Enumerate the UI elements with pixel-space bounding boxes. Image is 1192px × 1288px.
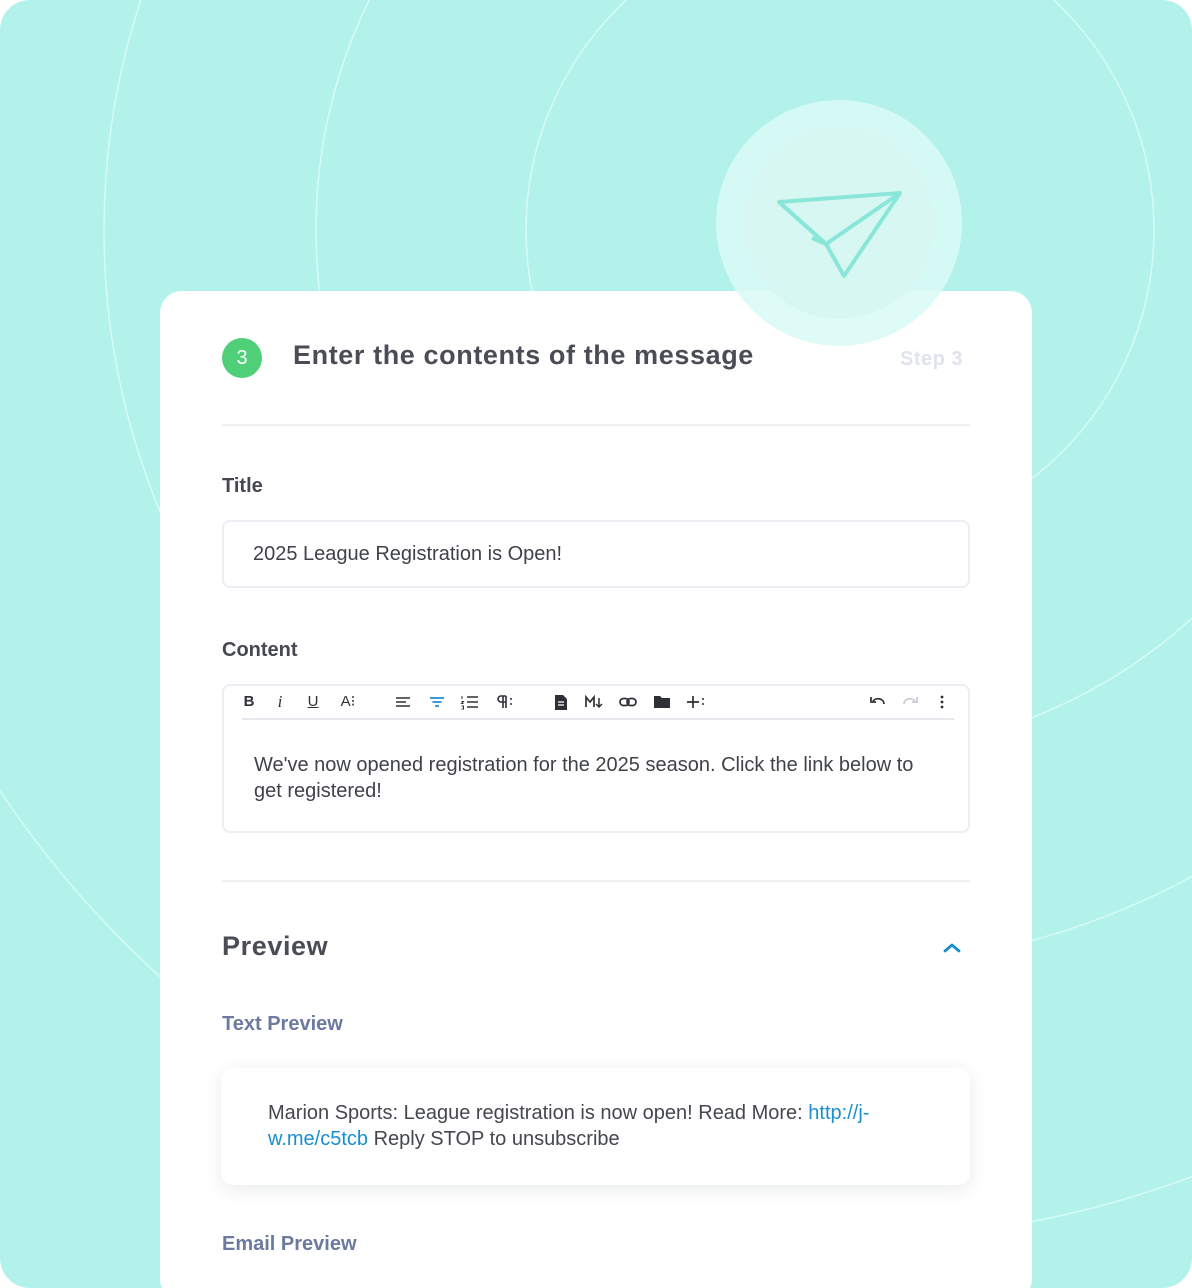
text-preview-message: Marion Sports: League registration is no… xyxy=(268,1100,948,1152)
italic-button[interactable]: i xyxy=(274,691,286,713)
undo-icon[interactable] xyxy=(868,691,888,713)
content-editor[interactable]: B i U A⁝ We've now opened registration f… xyxy=(222,684,970,833)
insert-more-icon[interactable] xyxy=(686,691,706,713)
bold-button[interactable]: B xyxy=(242,691,256,713)
markdown-icon[interactable] xyxy=(584,691,604,713)
ordered-list-icon[interactable] xyxy=(460,691,480,713)
preview-title: Preview xyxy=(222,931,329,961)
align-left-icon[interactable] xyxy=(394,691,412,713)
preview-divider xyxy=(222,880,970,882)
folder-icon[interactable] xyxy=(652,691,672,713)
link-icon[interactable] xyxy=(618,691,638,713)
step-label: Step 3 xyxy=(900,348,964,370)
title-input[interactable] xyxy=(224,522,953,586)
paragraph-icon[interactable] xyxy=(494,691,516,713)
preview-message-suffix: Reply STOP to unsubscribe xyxy=(368,1128,620,1150)
template-icon[interactable] xyxy=(552,691,570,713)
chevron-up-icon[interactable] xyxy=(940,938,964,958)
title-label: Title xyxy=(222,475,263,497)
step-number-badge: 3 xyxy=(222,338,262,378)
content-text[interactable]: We've now opened registration for the 20… xyxy=(254,752,934,804)
more-options-icon[interactable] xyxy=(936,691,948,713)
align-center-icon[interactable] xyxy=(428,691,446,713)
email-preview-label: Email Preview xyxy=(222,1233,357,1255)
title-field[interactable] xyxy=(222,520,970,588)
editor-toolbar: B i U A⁝ xyxy=(242,686,954,720)
preview-message-text: Marion Sports: League registration is no… xyxy=(268,1102,809,1124)
underline-button[interactable]: U xyxy=(306,691,320,713)
page-background: 3 Enter the contents of the message Step… xyxy=(0,0,1192,1288)
content-label: Content xyxy=(222,639,298,661)
header-divider xyxy=(222,424,970,426)
font-size-button[interactable]: A⁝ xyxy=(338,691,358,713)
text-preview-box: Marion Sports: League registration is no… xyxy=(221,1068,970,1185)
text-preview-label: Text Preview xyxy=(222,1013,343,1035)
step-title: Enter the contents of the message xyxy=(293,340,754,370)
paper-plane-icon xyxy=(777,191,902,278)
redo-icon[interactable] xyxy=(900,691,920,713)
